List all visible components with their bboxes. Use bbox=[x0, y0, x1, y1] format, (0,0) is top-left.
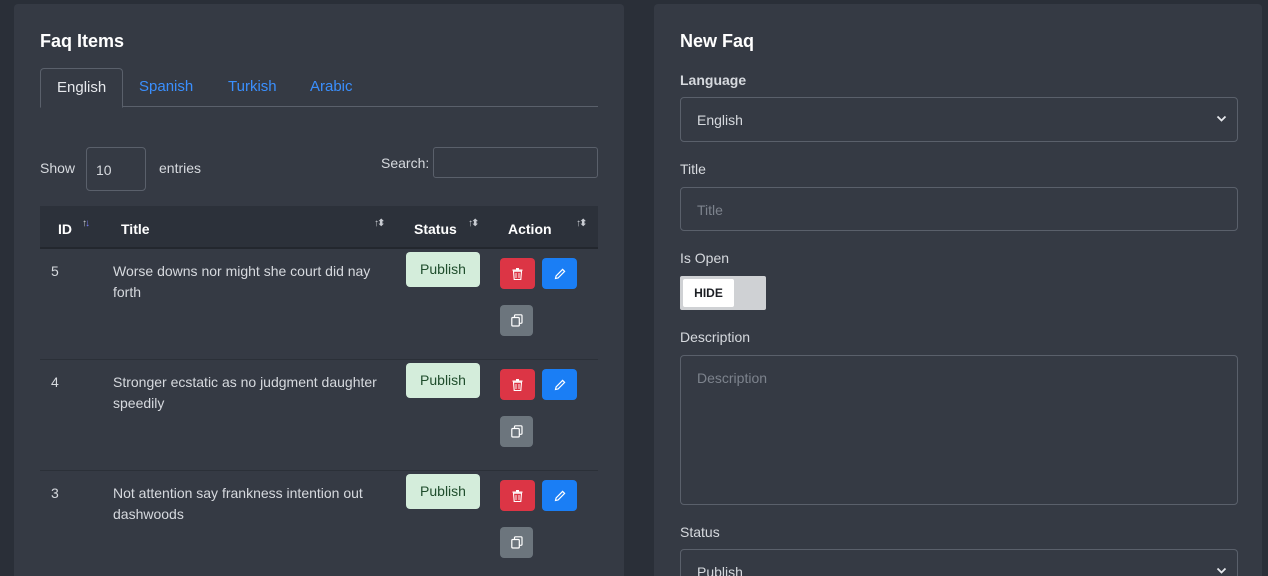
is-open-toggle[interactable]: HIDE bbox=[680, 276, 766, 310]
table-row: 3 Not attention say frankness intention … bbox=[40, 471, 598, 576]
row-id: 4 bbox=[51, 374, 59, 390]
pencil-icon bbox=[554, 490, 565, 501]
description-textarea[interactable]: Description bbox=[680, 355, 1238, 505]
search-input[interactable] bbox=[433, 147, 598, 178]
column-header-title[interactable]: Title bbox=[121, 221, 150, 237]
edit-button[interactable] bbox=[542, 258, 577, 289]
faq-items-card: Faq Items English Spanish Turkish Arabic… bbox=[14, 4, 624, 576]
chevron-down-icon bbox=[1216, 115, 1227, 122]
sort-icon[interactable]: ↑↓ bbox=[82, 218, 90, 229]
edit-button[interactable] bbox=[542, 480, 577, 511]
status-select-value: Publish bbox=[697, 564, 743, 576]
copy-button[interactable] bbox=[500, 527, 533, 558]
copy-button[interactable] bbox=[500, 305, 533, 336]
new-faq-card: New Faq Language English Title Title Is … bbox=[654, 4, 1262, 576]
row-title: Not attention say frankness intention ou… bbox=[113, 485, 363, 522]
search-label: Search: bbox=[381, 155, 430, 171]
entries-select-value: 10 bbox=[96, 162, 112, 178]
status-badge: Publish bbox=[406, 363, 480, 398]
language-tabs: English Spanish Turkish Arabic bbox=[40, 68, 598, 108]
copy-icon bbox=[510, 314, 523, 327]
table-row: 5 Worse downs nor might she court did na… bbox=[40, 249, 598, 360]
description-placeholder: Description bbox=[697, 370, 768, 386]
tab-arabic[interactable]: Arabic bbox=[310, 68, 353, 107]
column-header-status[interactable]: Status bbox=[414, 221, 457, 237]
title-input[interactable]: Title bbox=[680, 187, 1238, 231]
description-label: Description bbox=[680, 329, 751, 345]
tab-turkish[interactable]: Turkish bbox=[228, 68, 277, 107]
title-placeholder: Title bbox=[697, 202, 723, 218]
faq-items-title: Faq Items bbox=[40, 31, 125, 51]
column-header-action[interactable]: Action bbox=[508, 221, 552, 237]
table-row: 4 Stronger ecstatic as no judgment daugh… bbox=[40, 360, 598, 471]
pencil-icon bbox=[554, 268, 565, 279]
sort-icon[interactable]: ↑⬍ bbox=[374, 218, 385, 229]
status-label: Status bbox=[680, 524, 720, 540]
row-title: Worse downs nor might she court did nay … bbox=[113, 263, 371, 300]
trash-icon bbox=[512, 378, 523, 391]
copy-button[interactable] bbox=[500, 416, 533, 447]
sort-icon[interactable]: ↑⬍ bbox=[468, 218, 479, 229]
status-badge: Publish bbox=[406, 474, 480, 509]
tab-english[interactable]: English bbox=[40, 68, 124, 108]
language-label: Language bbox=[680, 72, 747, 88]
sort-icon[interactable]: ↑⬍ bbox=[576, 218, 587, 229]
trash-icon bbox=[512, 489, 523, 502]
chevron-down-icon bbox=[1216, 567, 1227, 574]
title-label: Title bbox=[680, 161, 706, 177]
tab-spanish[interactable]: Spanish bbox=[139, 68, 193, 107]
status-badge: Publish bbox=[406, 252, 480, 287]
language-select[interactable]: English bbox=[680, 97, 1238, 142]
toggle-state-label: HIDE bbox=[683, 279, 734, 307]
entries-label: entries bbox=[159, 160, 202, 176]
edit-button[interactable] bbox=[542, 369, 577, 400]
column-header-id[interactable]: ID bbox=[58, 221, 72, 237]
row-id: 3 bbox=[51, 485, 59, 501]
entries-select[interactable]: 10 bbox=[86, 147, 146, 191]
table-header: ID ↑↓ Title ↑⬍ Status ↑⬍ Action ↑⬍ bbox=[40, 206, 598, 249]
trash-icon bbox=[512, 267, 523, 280]
is-open-label: Is Open bbox=[680, 250, 730, 266]
language-select-value: English bbox=[697, 112, 743, 128]
faq-table: ID ↑↓ Title ↑⬍ Status ↑⬍ Action ↑⬍ 5 Wor… bbox=[40, 206, 598, 576]
delete-button[interactable] bbox=[500, 258, 535, 289]
status-select[interactable]: Publish bbox=[680, 549, 1238, 576]
copy-icon bbox=[510, 536, 523, 549]
row-id: 5 bbox=[51, 263, 59, 279]
row-title: Stronger ecstatic as no judgment daughte… bbox=[113, 374, 377, 411]
delete-button[interactable] bbox=[500, 480, 535, 511]
new-faq-title: New Faq bbox=[680, 31, 755, 51]
show-label: Show bbox=[40, 160, 76, 176]
copy-icon bbox=[510, 425, 523, 438]
delete-button[interactable] bbox=[500, 369, 535, 400]
pencil-icon bbox=[554, 379, 565, 390]
